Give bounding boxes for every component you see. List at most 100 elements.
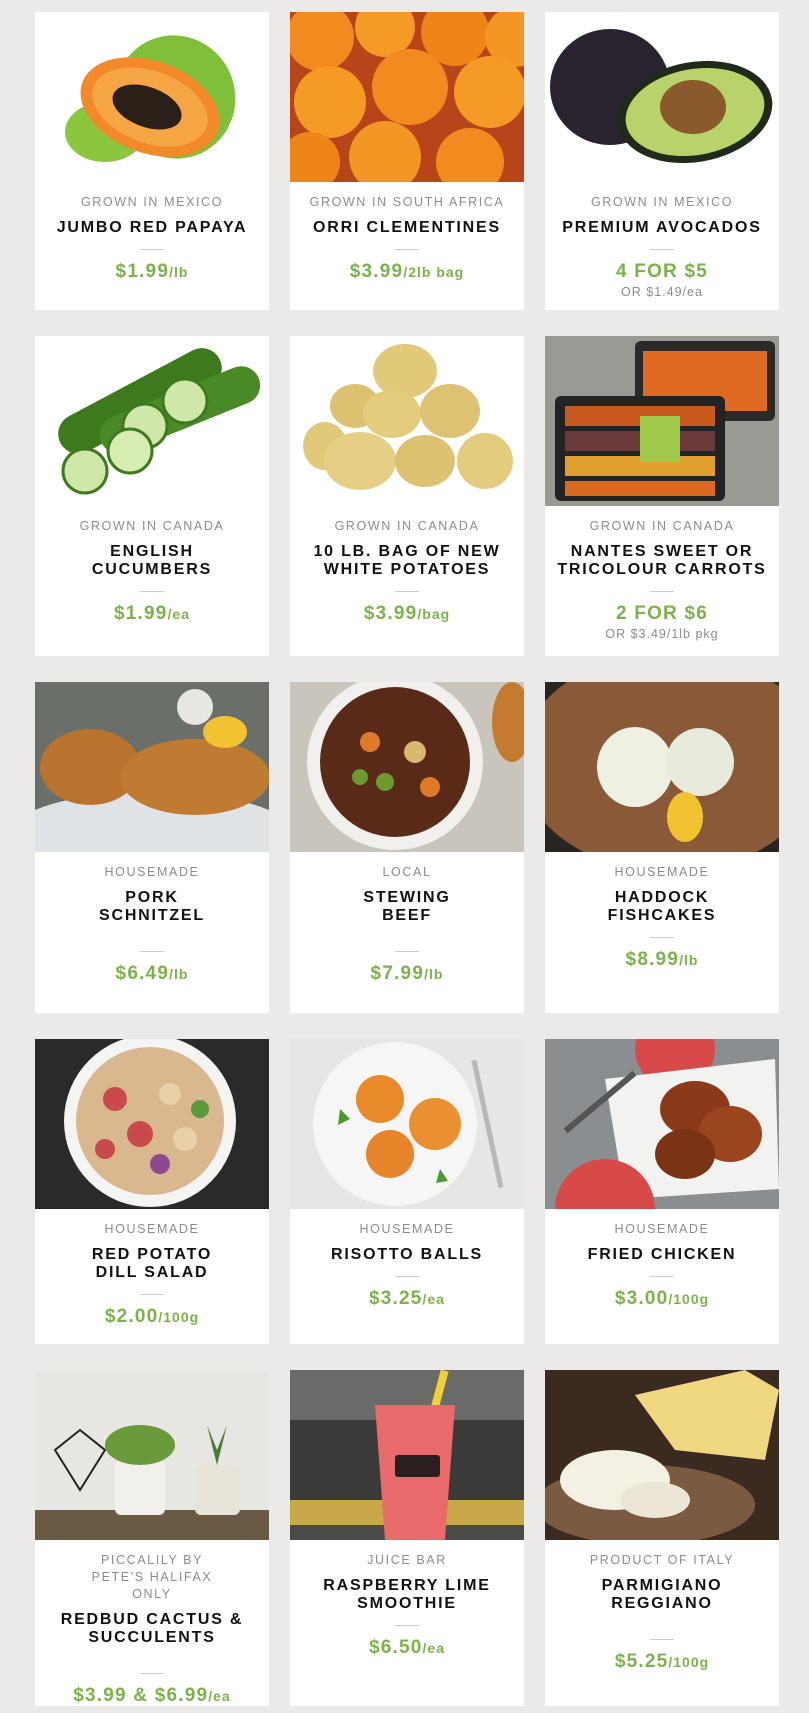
product-card-smoothie[interactable]: JUICE BAR RASPBERRY LIME SMOOTHIE $6.50/… (290, 1370, 524, 1706)
price-amount: $3.99 (349, 261, 404, 282)
product-origin: GROWN IN CANADA (79, 519, 225, 533)
product-price: $2.00/100g (35, 1305, 269, 1329)
price-unit: /lb (169, 264, 189, 280)
product-origin: GROWN IN CANADA (334, 519, 480, 533)
price-amount: $3.99 (363, 603, 418, 624)
price-amount: $6.50 (368, 1637, 423, 1658)
stewing-beef-image[interactable] (290, 682, 524, 852)
product-price: 4 FOR $5 (545, 260, 779, 284)
price-amount: $6.49 (115, 963, 170, 984)
cactus-image[interactable] (35, 1370, 269, 1540)
product-origin: LOCAL (382, 865, 432, 879)
product-card-potato-salad[interactable]: HOUSEMADE RED POTATO DILL SALAD $2.00/10… (35, 1039, 269, 1344)
price-amount: $7.99 (370, 963, 425, 984)
avocados-image[interactable] (545, 12, 779, 182)
product-price: $5.25/100g (545, 1650, 779, 1674)
product-origin: GROWN IN MEXICO (590, 195, 734, 209)
divider (650, 591, 674, 592)
divider (650, 937, 674, 938)
price-unit: /ea (167, 606, 190, 622)
potato-salad-image[interactable] (35, 1039, 269, 1209)
price-unit: /bag (417, 606, 451, 622)
product-title: JUMBO RED PAPAYA (56, 219, 248, 236)
price-amount: $2.00 (104, 1306, 159, 1327)
product-title: PARMIGIANO REGGIANO (601, 1577, 723, 1612)
divider (140, 1673, 164, 1674)
divider (395, 1276, 419, 1277)
price-amount: $3.00 (614, 1288, 669, 1309)
product-card-clementines[interactable]: GROWN IN SOUTH AFRICA ORRI CLEMENTINES $… (290, 12, 524, 310)
divider (395, 951, 419, 952)
fishcakes-image[interactable] (545, 682, 779, 852)
divider (650, 1276, 674, 1277)
product-title: ENGLISH CUCUMBERS (91, 543, 213, 578)
divider (140, 951, 164, 952)
product-origin: HOUSEMADE (614, 865, 710, 879)
product-price: $6.49/lb (35, 962, 269, 986)
product-title: RASPBERRY LIME SMOOTHIE (323, 1577, 491, 1612)
product-origin: JUICE BAR (367, 1553, 447, 1567)
divider (650, 249, 674, 250)
divider (140, 1294, 164, 1295)
product-card-carrots[interactable]: GROWN IN CANADA NANTES SWEET OR TRICOLOU… (545, 336, 779, 656)
product-title: PORK SCHNITZEL (99, 889, 205, 924)
product-price: $8.99/lb (545, 948, 779, 972)
product-card-potatoes[interactable]: GROWN IN CANADA 10 LB. BAG OF NEW WHITE … (290, 336, 524, 656)
product-card-avocados[interactable]: GROWN IN MEXICO PREMIUM AVOCADOS 4 FOR $… (545, 12, 779, 310)
price-unit: /2lb bag (403, 264, 465, 280)
price-unit: /100g (158, 1309, 200, 1325)
product-price: $3.99/2lb bag (290, 260, 524, 284)
potatoes-image[interactable] (290, 336, 524, 506)
cucumbers-image[interactable] (35, 336, 269, 506)
fried-chicken-image[interactable] (545, 1039, 779, 1209)
carrots-image[interactable] (545, 336, 779, 506)
product-origin: GROWN IN MEXICO (80, 195, 224, 209)
product-card-cactus[interactable]: PICCALILY BY PETE'S HALIFAX ONLY REDBUD … (35, 1370, 269, 1706)
product-title: RED POTATO DILL SALAD (91, 1246, 213, 1281)
product-card-fishcakes[interactable]: HOUSEMADE HADDOCK FISHCAKES $8.99/lb (545, 682, 779, 1013)
product-price: $6.50/ea (290, 1636, 524, 1660)
product-card-schnitzel[interactable]: HOUSEMADE PORK SCHNITZEL $6.49/lb (35, 682, 269, 1013)
price-unit: /lb (424, 966, 444, 982)
divider (140, 591, 164, 592)
price-amount: $3.25 (368, 1288, 423, 1309)
risotto-balls-image[interactable] (290, 1039, 524, 1209)
product-card-risotto-balls[interactable]: HOUSEMADE RISOTTO BALLS $3.25/ea (290, 1039, 524, 1344)
alt-price: OR $3.49/1lb pkg (605, 627, 719, 641)
product-title: STEWING BEEF (363, 889, 451, 924)
divider (395, 249, 419, 250)
product-title: FRIED CHICKEN (587, 1246, 737, 1263)
product-card-stewing-beef[interactable]: LOCAL STEWING BEEF $7.99/lb (290, 682, 524, 1013)
price-unit: /ea (422, 1640, 445, 1656)
product-origin: PICCALILY BY PETE'S HALIFAX ONLY (91, 1553, 213, 1601)
product-card-cucumbers[interactable]: GROWN IN CANADA ENGLISH CUCUMBERS $1.99/… (35, 336, 269, 656)
product-origin: GROWN IN CANADA (589, 519, 735, 533)
smoothie-image[interactable] (290, 1370, 524, 1540)
product-price: $3.00/100g (545, 1287, 779, 1311)
price-unit: /ea (208, 1688, 231, 1704)
product-card-papaya[interactable]: GROWN IN MEXICO JUMBO RED PAPAYA $1.99/l… (35, 12, 269, 310)
product-origin: HOUSEMADE (359, 1222, 455, 1236)
divider (650, 1639, 674, 1640)
alt-price: OR $1.49/ea (621, 285, 703, 299)
product-card-parmigiano[interactable]: PRODUCT OF ITALY PARMIGIANO REGGIANO $5.… (545, 1370, 779, 1706)
papaya-image[interactable] (35, 12, 269, 182)
product-origin: PRODUCT OF ITALY (589, 1553, 735, 1567)
price-amount: $1.99 (113, 603, 168, 624)
clementines-image[interactable] (290, 12, 524, 182)
price-unit: /100g (668, 1291, 710, 1307)
product-card-fried-chicken[interactable]: HOUSEMADE FRIED CHICKEN $3.00/100g (545, 1039, 779, 1344)
price-amount: $8.99 (625, 949, 680, 970)
parmigiano-image[interactable] (545, 1370, 779, 1540)
product-title: RISOTTO BALLS (331, 1246, 483, 1263)
product-title: REDBUD CACTUS & SUCCULENTS (60, 1611, 244, 1646)
product-price: $3.99/bag (290, 602, 524, 626)
price-amount: 4 FOR $5 (616, 261, 708, 282)
divider (395, 1625, 419, 1626)
product-origin: HOUSEMADE (104, 1222, 200, 1236)
product-title: ORRI CLEMENTINES (313, 219, 501, 236)
price-unit: /lb (679, 952, 699, 968)
product-title: 10 LB. BAG OF NEW WHITE POTATOES (313, 543, 501, 578)
product-title: PREMIUM AVOCADOS (562, 219, 762, 236)
schnitzel-image[interactable] (35, 682, 269, 852)
